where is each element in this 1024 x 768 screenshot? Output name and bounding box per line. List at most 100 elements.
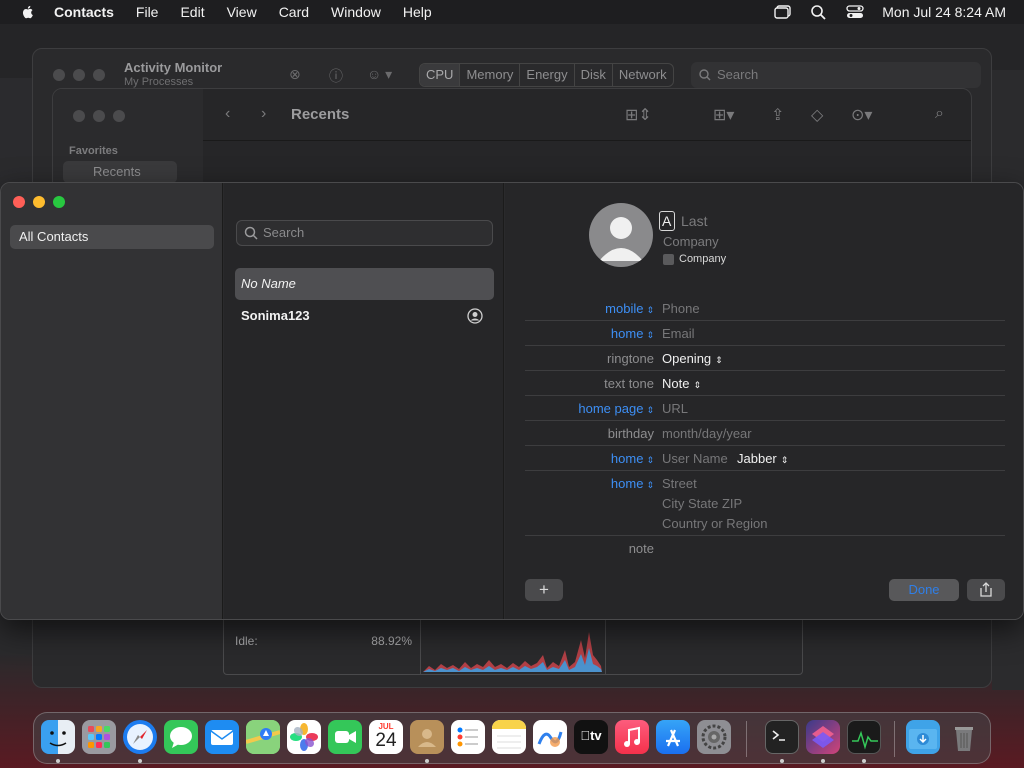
menubar-clock[interactable]: Mon Jul 24 8:24 AM [882,4,1006,20]
search-input[interactable]: Search [691,62,981,88]
company-field[interactable]: Company [663,234,719,249]
share-button[interactable] [967,579,1005,601]
search-icon[interactable]: ⌕ [935,105,944,123]
close-button[interactable] [73,110,85,122]
tab-memory[interactable]: Memory [460,64,521,86]
finder-title: Recents [291,106,350,123]
sidebar-item-recents[interactable]: Recents [63,161,177,183]
forward-icon[interactable]: › [261,105,266,123]
first-name-field[interactable]: A [659,211,675,231]
email-input[interactable]: Email [662,326,695,341]
minimize-button[interactable] [33,196,45,208]
music-icon[interactable] [615,720,649,754]
menu-view[interactable]: View [227,4,257,20]
app-store-icon[interactable] [656,720,690,754]
activity-monitor-icon[interactable] [847,720,881,754]
minimize-button[interactable] [93,110,105,122]
city-state-zip-input[interactable]: City State ZIP [662,496,742,511]
last-name-field[interactable]: Last [681,213,707,229]
group-all-contacts[interactable]: All Contacts [10,225,214,249]
maps-icon[interactable] [246,720,280,754]
tab-energy[interactable]: Energy [520,64,575,86]
search-input[interactable]: Search [236,220,493,246]
group-by-icon[interactable]: ⊞▾ [713,105,734,125]
email-label-select[interactable]: home ⇕ [611,326,654,341]
tag-icon[interactable]: ◇ [811,105,823,125]
menu-file[interactable]: File [136,4,159,20]
list-item[interactable]: Sonima123 [235,300,494,332]
tv-icon[interactable]: tv [574,720,608,754]
ringtone-select[interactable]: Opening ⇕ [662,351,723,366]
im-username-input[interactable]: User Name [662,451,728,466]
menu-help[interactable]: Help [403,4,432,20]
im-label-select[interactable]: home ⇕ [611,451,654,466]
photos-icon[interactable] [287,720,321,754]
tab-disk[interactable]: Disk [575,64,613,86]
control-center-icon[interactable] [846,4,864,20]
shortcuts-icon[interactable] [806,720,840,754]
apple-menu-icon[interactable] [20,4,36,20]
contacts-window[interactable]: All Contacts Search No Name Sonima123 A … [0,182,1024,620]
freeform-icon[interactable] [533,720,567,754]
contacts-icon[interactable] [410,720,444,754]
info-icon[interactable]: ⓘ [329,66,343,86]
system-settings-icon[interactable] [697,720,731,754]
idle-value: 88.92% [371,634,412,648]
finder-window[interactable]: Favorites Recents ‹ › Recents ⊞⇕ ⊞▾ ⇪ ◇ … [52,88,972,188]
terminal-icon[interactable] [765,720,799,754]
running-indicator [56,759,60,763]
company-checkbox[interactable] [663,254,674,265]
zoom-button[interactable] [113,110,125,122]
running-indicator [780,759,784,763]
back-icon[interactable]: ‹ [225,105,230,123]
window-controls [53,69,105,81]
icon-view-icon[interactable]: ⊞⇕ [625,105,652,125]
trash-icon[interactable] [947,720,981,754]
done-button[interactable]: Done [889,579,959,601]
menu-edit[interactable]: Edit [180,4,204,20]
zoom-button[interactable] [93,69,105,81]
menu-app-contacts[interactable]: Contacts [54,4,114,20]
close-button[interactable] [53,69,65,81]
menu-window[interactable]: Window [331,4,381,20]
menu-card[interactable]: Card [279,4,309,20]
mail-icon[interactable] [205,720,239,754]
reminders-icon[interactable] [451,720,485,754]
downloads-folder-icon[interactable] [906,720,940,754]
phone-input[interactable]: Phone [662,301,700,316]
tab-network[interactable]: Network [613,64,673,86]
birthday-input[interactable]: month/day/year [662,426,752,441]
spotlight-search-icon[interactable] [810,4,828,20]
address-label-select[interactable]: home ⇕ [611,476,654,491]
country-input[interactable]: Country or Region [662,516,768,531]
street-input[interactable]: Street [662,476,697,491]
more-icon[interactable]: ⊙▾ [851,105,872,125]
share-icon[interactable]: ⇪ [771,105,784,125]
birthday-field-row: birthday month/day/year [525,421,1005,446]
stop-process-icon[interactable]: ⊗ [289,66,301,83]
add-field-button[interactable]: + [525,579,563,601]
tab-cpu[interactable]: CPU [420,64,461,86]
launchpad-icon[interactable] [82,720,116,754]
window-switcher-icon[interactable] [774,4,792,20]
zoom-button[interactable] [53,196,65,208]
avatar[interactable] [589,203,653,267]
im-service-select[interactable]: Jabber ⇕ [737,451,788,466]
list-item[interactable]: No Name [235,268,494,300]
more-actions-icon[interactable]: ☺ ▾ [367,66,392,83]
phone-label-select[interactable]: mobile ⇕ [605,301,654,316]
facetime-icon[interactable] [328,720,362,754]
safari-icon[interactable] [123,720,157,754]
phone-field-row: mobile ⇕ Phone [525,296,1005,321]
calendar-icon[interactable]: JUL 24 [369,720,403,754]
address-field-row: home ⇕ Street City State ZIP Country or R… [525,471,1005,536]
close-button[interactable] [13,196,25,208]
messages-icon[interactable] [164,720,198,754]
url-input[interactable]: URL [662,401,688,416]
minimize-button[interactable] [73,69,85,81]
finder-icon[interactable] [41,720,75,754]
notes-icon[interactable] [492,720,526,754]
running-indicator [138,759,142,763]
text-tone-select[interactable]: Note ⇕ [662,376,701,391]
url-label-select[interactable]: home page ⇕ [578,401,654,416]
